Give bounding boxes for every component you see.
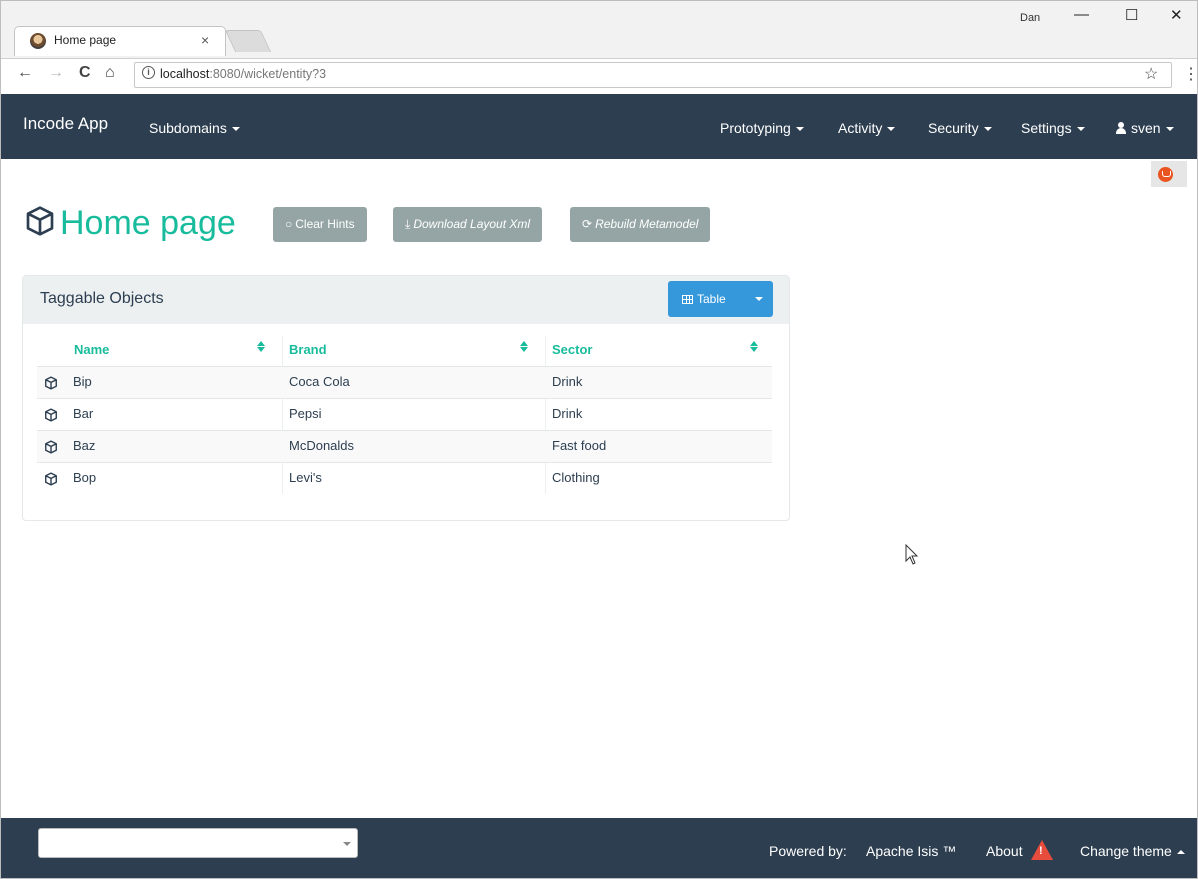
- rebuild-metamodel-button[interactable]: ⟳ Rebuild Metamodel: [570, 207, 711, 242]
- download-icon: ⤓: [405, 217, 411, 231]
- refresh-icon: ⟳: [582, 217, 593, 231]
- page-title-text: Home page: [60, 204, 236, 242]
- nav-activity[interactable]: Activity: [838, 120, 896, 136]
- cell-brand: Coca Cola: [289, 374, 350, 389]
- rebuild-metamodel-label: Rebuild Metamodel: [595, 217, 699, 231]
- download-layout-label: Download Layout Xml: [413, 217, 531, 231]
- column-header-sector[interactable]: Sector: [552, 342, 592, 357]
- table-view-label[interactable]: Table: [682, 292, 726, 306]
- cell-brand: Levi's: [289, 470, 322, 485]
- column-header-name[interactable]: Name: [74, 342, 109, 357]
- reload-icon[interactable]: C: [79, 64, 91, 82]
- cell-name: Baz: [73, 438, 96, 453]
- chevron-down-icon: [1076, 127, 1085, 132]
- clear-hints-button[interactable]: ○ Clear Hints: [273, 207, 367, 242]
- page-title: Home page: [24, 204, 236, 243]
- chevron-down-icon: [795, 127, 804, 132]
- back-icon[interactable]: ←: [17, 64, 33, 82]
- nav-security-label: Security: [928, 120, 979, 136]
- clear-hints-label: Clear Hints: [295, 217, 355, 231]
- chevron-down-icon: [983, 127, 992, 132]
- download-layout-button[interactable]: ⤓ Download Layout Xml: [393, 207, 543, 242]
- nav-subdomains-label: Subdomains: [149, 120, 227, 136]
- cell-name: Bip: [73, 374, 92, 389]
- cube-icon[interactable]: [44, 376, 58, 390]
- browser-tab-title[interactable]: Home page: [54, 33, 116, 47]
- chevron-down-icon[interactable]: [755, 297, 763, 301]
- table-row[interactable]: Bar Pepsi Drink: [37, 398, 772, 430]
- nav-activity-label: Activity: [838, 120, 883, 136]
- home-icon[interactable]: ⌂: [105, 64, 115, 82]
- table-row[interactable]: Bip Coca Cola Drink: [37, 366, 772, 398]
- nav-prototyping-label: Prototyping: [720, 120, 791, 136]
- info-icon[interactable]: i: [142, 66, 155, 79]
- user-avatar-icon: [30, 33, 46, 49]
- warning-mark: !: [1039, 845, 1043, 857]
- window-profile-name[interactable]: Dan: [1020, 12, 1040, 24]
- table-row[interactable]: Bop Levi's Clothing: [37, 462, 772, 494]
- cell-brand: McDonalds: [289, 438, 355, 453]
- maximize-icon[interactable]: ☐: [1125, 6, 1138, 24]
- cell-name: Bop: [73, 470, 97, 485]
- sort-icon[interactable]: [257, 341, 265, 353]
- url-host: localhost: [160, 67, 210, 81]
- cell-sector: Drink: [552, 374, 583, 389]
- debug-toggle-icon[interactable]: [1158, 167, 1173, 182]
- app-brand[interactable]: Incode App: [23, 114, 108, 134]
- change-theme-label: Change theme: [1080, 843, 1172, 859]
- bookmark-star-icon[interactable]: ☆: [1144, 64, 1158, 84]
- chevron-up-icon: [1176, 850, 1185, 855]
- cube-icon[interactable]: [44, 472, 58, 486]
- cube-icon: [26, 206, 54, 236]
- close-tab-icon[interactable]: ×: [201, 32, 209, 48]
- mouse-cursor-icon: [905, 544, 919, 565]
- table-view-text: Table: [697, 292, 726, 306]
- nav-user-menu[interactable]: sven: [1116, 120, 1174, 136]
- cell-brand: Pepsi: [289, 406, 322, 421]
- nav-settings-label: Settings: [1021, 120, 1072, 136]
- circle-icon: ○: [285, 217, 293, 231]
- chevron-down-icon: [1165, 127, 1174, 132]
- chevron-down-icon: [231, 127, 240, 132]
- nav-settings[interactable]: Settings: [1021, 120, 1085, 136]
- user-icon: [1116, 122, 1126, 134]
- apache-isis-link[interactable]: Apache Isis ™: [866, 843, 956, 859]
- about-link[interactable]: About: [986, 843, 1023, 859]
- change-theme-menu[interactable]: Change theme: [1080, 843, 1185, 859]
- browser-menu-icon[interactable]: ⋮: [1183, 64, 1198, 84]
- cube-icon[interactable]: [44, 408, 58, 422]
- minimize-icon[interactable]: —: [1074, 6, 1089, 23]
- table-row[interactable]: Baz McDonalds Fast food: [37, 430, 772, 462]
- cell-sector: Clothing: [552, 470, 600, 485]
- powered-by-label: Powered by:: [769, 843, 847, 859]
- column-header-brand[interactable]: Brand: [289, 342, 327, 357]
- table-grid-icon: [682, 295, 693, 304]
- cube-icon[interactable]: [44, 440, 58, 454]
- forward-icon[interactable]: →: [48, 64, 64, 82]
- sort-icon[interactable]: [750, 341, 758, 353]
- chevron-down-icon: [887, 127, 896, 132]
- url-path: :8080/wicket/entity?3: [209, 67, 327, 81]
- nav-subdomains[interactable]: Subdomains: [149, 120, 240, 136]
- close-window-icon[interactable]: ✕: [1170, 6, 1183, 24]
- footer-select[interactable]: [38, 828, 358, 858]
- chevron-down-icon[interactable]: [343, 842, 351, 846]
- nav-security[interactable]: Security: [928, 120, 992, 136]
- nav-user-label: sven: [1131, 120, 1161, 136]
- nav-prototyping[interactable]: Prototyping: [720, 120, 804, 136]
- url-text[interactable]: localhost:8080/wicket/entity?3: [160, 67, 326, 81]
- cell-sector: Fast food: [552, 438, 607, 453]
- sort-icon[interactable]: [520, 341, 528, 353]
- cell-sector: Drink: [552, 406, 583, 421]
- panel-title: Taggable Objects: [40, 290, 164, 307]
- cell-name: Bar: [73, 406, 94, 421]
